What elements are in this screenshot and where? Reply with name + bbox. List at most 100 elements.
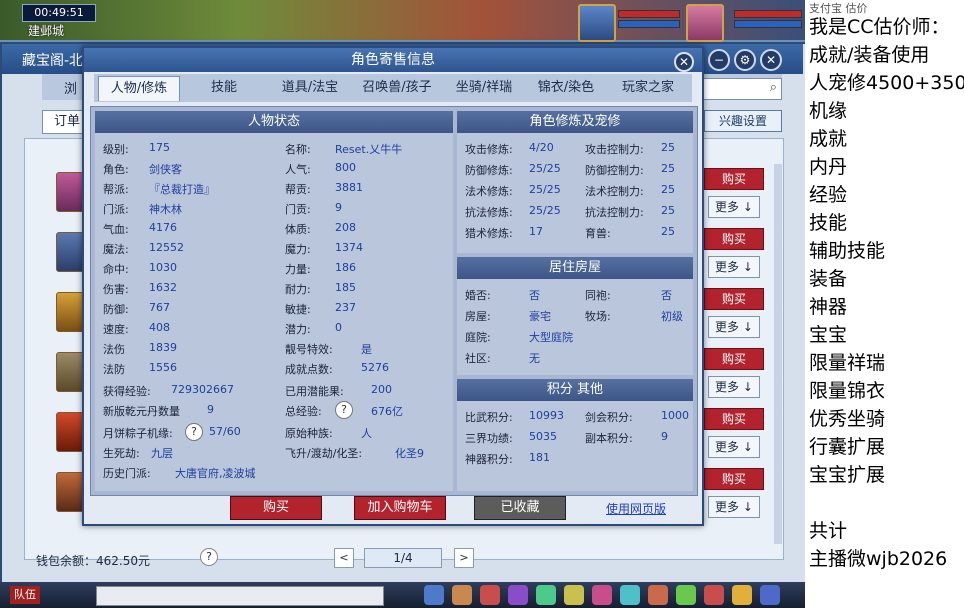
listing-buy-button[interactable]: 购买: [704, 348, 764, 370]
notes-line: 技能: [809, 212, 848, 234]
listing-more-button[interactable]: 更多 ↓: [708, 496, 760, 518]
listing-buy-button[interactable]: 购买: [704, 408, 764, 430]
help-icon[interactable]: ?: [335, 401, 353, 419]
more-label: 更多: [715, 200, 740, 214]
scores-label: 剑会积分:: [585, 411, 633, 424]
item-icon[interactable]: [452, 585, 472, 605]
popup-title: 角色寄售信息: [84, 48, 702, 72]
status-value: 1632: [149, 281, 177, 294]
help-icon[interactable]: ?: [200, 548, 218, 566]
score-panel: 比武积分: 10993 剑会积分: 1000 三界功绩: 5035 副本积分: 9 神器积分: 1…: [457, 401, 693, 491]
more-label: 更多: [715, 380, 740, 394]
mission-icon[interactable]: [564, 585, 584, 605]
status-value: 1374: [335, 241, 363, 254]
origin-value: 人: [361, 427, 372, 440]
cultivation-value: 25: [661, 204, 675, 217]
tab-pets[interactable]: 召唤兽/孩子: [352, 76, 442, 100]
cultivation-value: 25: [661, 162, 675, 175]
status-value: 神木林: [149, 203, 182, 216]
friend-icon[interactable]: [620, 585, 640, 605]
tab-mounts[interactable]: 坐骑/祥瑞: [444, 76, 524, 100]
team-button[interactable]: 队伍: [10, 586, 40, 604]
tab-browse[interactable]: 浏: [64, 78, 77, 97]
close-icon[interactable]: ✕: [760, 49, 782, 71]
search-icon[interactable]: ⌕: [770, 80, 777, 95]
notes-line: 经验: [809, 184, 848, 206]
help-icon[interactable]: ?: [185, 423, 203, 441]
next-page-button[interactable]: >: [454, 548, 474, 568]
listing-more-button[interactable]: 更多 ↓: [708, 256, 760, 278]
emote-icon[interactable]: [732, 585, 752, 605]
listing-more-button[interactable]: 更多 ↓: [708, 316, 760, 338]
listing-more-button[interactable]: 更多 ↓: [708, 436, 760, 458]
potential-label: 已用潜能果:: [285, 385, 344, 398]
gear-icon[interactable]: ⚙: [734, 49, 756, 71]
cultivation-value: 25: [661, 225, 675, 238]
listing-buy-button[interactable]: 购买: [704, 168, 764, 190]
add-to-cart-button[interactable]: 加入购物车: [354, 496, 446, 520]
page-indicator: 1/4: [364, 548, 442, 568]
listing-buy-button[interactable]: 购买: [704, 228, 764, 250]
tab-items[interactable]: 道具/法宝: [270, 76, 350, 100]
status-label: 门派:: [103, 203, 129, 216]
status-header: 人物状态: [95, 111, 453, 133]
menu-icon[interactable]: [760, 585, 780, 605]
tab-character[interactable]: 人物/修炼: [98, 76, 180, 101]
notes-line: 主播微wjb2026: [809, 548, 948, 570]
shop-icon[interactable]: [704, 585, 724, 605]
guild-icon[interactable]: [592, 585, 612, 605]
web-version-link[interactable]: 使用网页版: [606, 500, 666, 517]
streamer-notes-panel: 支付宝 估价 我是CC估价师： 成就/装备使用 人宠修4500+350 机缘 成就 内丹经…: [805, 0, 964, 608]
skill-icon[interactable]: [536, 585, 556, 605]
total-exp-value: 676亿: [371, 405, 403, 418]
cultivation-label: 法术控制力:: [585, 185, 644, 198]
tab-outfits[interactable]: 锦衣/染色: [526, 76, 606, 100]
cultivation-label: 猎术修炼:: [465, 227, 513, 240]
cultivation-value: 25/25: [529, 204, 561, 217]
buy-button[interactable]: 购买: [230, 496, 322, 520]
cultivation-panel: 攻击修炼: 4/20 攻击控制力: 25 防御修炼: 25/25 防御控制力: 25 法术修炼:…: [457, 133, 693, 253]
house-label: 婚否:: [465, 289, 491, 302]
listing-more-button[interactable]: 更多 ↓: [708, 376, 760, 398]
tab-home[interactable]: 玩家之家: [608, 76, 688, 100]
player-portrait[interactable]: [578, 4, 616, 42]
trade-icon[interactable]: [648, 585, 668, 605]
favorited-button[interactable]: 已收藏: [474, 496, 566, 520]
chat-input[interactable]: [96, 586, 384, 606]
pet-icon[interactable]: [508, 585, 528, 605]
status-value: 1556: [149, 361, 177, 374]
system-icon[interactable]: [676, 585, 696, 605]
status-panel: 级别: 175 角色: 剑侠客 帮派: 『总裁打造』 门派: 神木林 气血: 4176 魔法: 125…: [95, 133, 453, 491]
notes-line: 内丹: [809, 156, 848, 178]
interest-settings-button[interactable]: 兴趣设置: [704, 110, 782, 132]
notes-line: 共计: [809, 520, 848, 542]
scrollbar[interactable]: [774, 164, 782, 544]
status-value: 767: [149, 301, 170, 314]
popup-tabs: 人物/修炼 技能 道具/法宝 召唤兽/孩子 坐骑/祥瑞 锦衣/染色 玩家之家: [94, 74, 692, 102]
notes-line: 优秀坐骑: [809, 408, 886, 430]
listing-buy-button[interactable]: 购买: [704, 468, 764, 490]
status-value: 186: [335, 261, 356, 274]
close-icon[interactable]: ✕: [674, 52, 694, 72]
listing-buy-button[interactable]: 购买: [704, 288, 764, 310]
attack-icon[interactable]: [424, 585, 444, 605]
scores-label: 三界功绩:: [465, 432, 513, 445]
status-label: 命中:: [103, 263, 129, 276]
house-value: 大型庭院: [529, 331, 573, 344]
status-label: 敏捷:: [285, 303, 311, 316]
notes-line: 人宠修4500+350: [809, 72, 964, 94]
more-label: 更多: [715, 320, 740, 334]
cultivation-value: 17: [529, 225, 543, 238]
status-value: 0: [335, 321, 342, 334]
listing-more-button[interactable]: 更多 ↓: [708, 196, 760, 218]
pet-portrait[interactable]: [686, 4, 724, 42]
prev-page-button[interactable]: <: [334, 548, 354, 568]
status-label: 靓号特效:: [285, 343, 333, 356]
status-label: 潜力:: [285, 323, 311, 336]
minimize-icon[interactable]: −: [708, 49, 730, 71]
status-value: 1839: [149, 341, 177, 354]
tab-skills[interactable]: 技能: [186, 76, 262, 100]
cultivation-label: 防御修炼:: [465, 164, 513, 177]
cultivation-label: 抗法控制力:: [585, 206, 644, 219]
gift-icon[interactable]: [480, 585, 500, 605]
